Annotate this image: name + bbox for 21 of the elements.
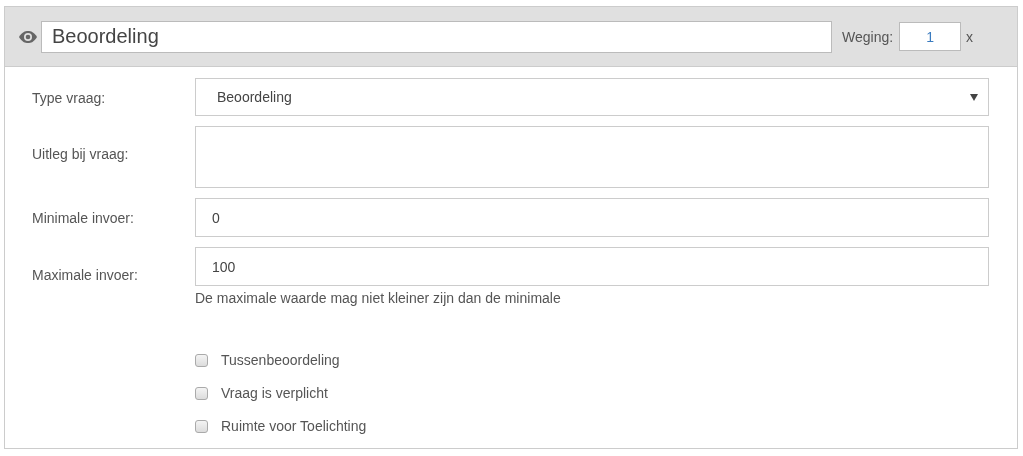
checkbox-label: Ruimte voor Toelichting [221,418,367,434]
field-label: Maximale invoer: [32,266,139,285]
help-text: De maximale waarde mag niet kleiner zijn dan de minimale [195,290,562,306]
checkbox[interactable] [195,386,208,400]
checkbox[interactable] [195,419,208,433]
field-label: Minimale invoer: [32,209,135,228]
type-dropdown[interactable]: Beoordeling [195,78,989,116]
number-field[interactable]: 0 [195,198,989,237]
weight-field[interactable]: 1 [899,22,962,51]
checkbox-label: Vraag is verplicht [221,385,328,401]
checkbox-label: Tussenbeoordeling [221,352,340,368]
eye-icon[interactable] [18,29,38,44]
field-label: Type vraag: [32,89,107,108]
weight-label: Weging: [842,28,894,45]
caret-icon [970,93,978,101]
weight-suffix: x [966,28,974,45]
field-label: Uitleg bij vraag: [32,145,130,164]
checkbox[interactable] [195,353,208,367]
title-field[interactable]: Beoordeling [41,20,832,53]
explanation-field[interactable] [195,126,989,188]
number-field[interactable]: 100 [195,247,989,286]
